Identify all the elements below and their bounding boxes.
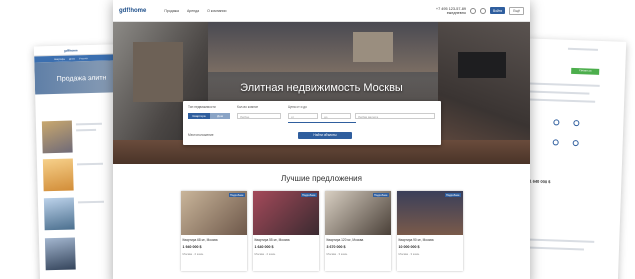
left-text-line (77, 200, 104, 204)
offer-price: 1 940 000 $ (182, 245, 202, 249)
top-nav: gdf!home Продажа Аренда О компании +7 49… (113, 0, 530, 22)
right-price: 1 640 000 $ (529, 178, 551, 185)
site-logo[interactable]: gdf!home (119, 8, 146, 14)
currency-select[interactable]: Любая валюта (355, 113, 435, 119)
search-submit-button[interactable]: Найти объекты (298, 132, 352, 139)
feature-icon (573, 120, 580, 127)
hero-photo-window (353, 32, 393, 62)
favorites-icon[interactable] (470, 7, 477, 14)
left-tab-3[interactable]: Участки (79, 57, 88, 60)
feature-icon (552, 139, 559, 146)
right-text-line (529, 98, 596, 103)
rooms-select[interactable]: Любое (237, 113, 281, 119)
offer-meta: Москва · 2 комн. (254, 252, 276, 256)
right-background-window: Связаться 1 640 000 $ (517, 38, 627, 279)
offer-price: 3 670 000 $ (326, 245, 346, 249)
left-tab-2[interactable]: Дома (69, 57, 75, 60)
offer-badge[interactable]: Подробнее (373, 193, 389, 197)
right-text-line (524, 238, 595, 243)
left-listing-image-4[interactable] (44, 237, 76, 271)
price-label: Цена от и до (288, 105, 307, 109)
feature-icon (572, 140, 579, 147)
offer-badge[interactable]: Подробнее (301, 193, 317, 197)
hero-title: Элитная недвижимость Москвы (240, 82, 403, 94)
left-listing-image-3[interactable] (43, 197, 75, 231)
offers-list: Подробнее Квартира 68 м², Москва 1 940 0… (113, 191, 530, 271)
left-text-line (76, 128, 97, 132)
phone-hours: ежедневно (446, 10, 467, 15)
right-text-line (523, 246, 585, 251)
offer-meta: Москва · 3 комн. (398, 252, 420, 256)
nav-link-rent[interactable]: Аренда (187, 9, 199, 13)
left-listing-image-2[interactable] (42, 158, 74, 192)
offer-card[interactable]: Подробнее Квартира 120 м², Москва 3 670 … (324, 191, 391, 271)
left-logo: gdf!home (63, 48, 78, 53)
left-text-line (76, 162, 103, 166)
rooms-label: Кол-во комнат (237, 105, 259, 109)
offer-title[interactable]: Квартира 68 м², Москва (181, 235, 247, 243)
offer-badge[interactable]: Подробнее (229, 193, 245, 197)
more-button[interactable]: Ещё (509, 6, 524, 15)
type-option-house[interactable]: Дом (210, 113, 230, 119)
price-slider[interactable] (288, 122, 356, 123)
search-panel: Тип недвижимости Квартира Дом Кол-во ком… (183, 101, 441, 145)
left-tab-1[interactable]: Квартиры (54, 57, 65, 60)
offer-image[interactable]: Подробнее (180, 191, 247, 235)
offer-price: 10 000 000 $ (398, 245, 420, 249)
nav-link-sale[interactable]: Продажа (164, 9, 179, 13)
hero-photo-ceiling (208, 22, 438, 72)
offer-card[interactable]: Подробнее Квартира 90 м², Москва 10 000 … (396, 191, 463, 271)
offer-badge[interactable]: Подробнее (445, 193, 461, 197)
offer-meta: Москва · 3 комн. (326, 252, 348, 256)
right-text-line (529, 82, 600, 87)
offer-image[interactable]: Подробнее (252, 191, 319, 235)
offer-price: 1 640 000 $ (254, 245, 274, 249)
offer-title[interactable]: Квартира 120 м², Москва (325, 235, 391, 243)
location-label: Местоположение (188, 133, 214, 137)
offer-image[interactable]: Подробнее (324, 191, 391, 235)
left-listing-image-1[interactable] (41, 120, 73, 154)
nav-right: +7 495 123-57-89 ежедневно Войти Ещё (436, 6, 524, 15)
feature-icon (553, 119, 560, 126)
phone-block: +7 495 123-57-89 ежедневно (436, 7, 466, 15)
hero-photo-tv (458, 52, 506, 78)
right-text-line (529, 90, 590, 95)
main-window: gdf!home Продажа Аренда О компании +7 49… (113, 0, 530, 279)
price-to-input[interactable]: до (321, 113, 351, 119)
phone-number[interactable]: +7 495 123-57-89 (436, 7, 466, 11)
hero: Элитная недвижимость Москвы Тип недвижим… (113, 22, 530, 164)
left-banner-title: Продажа элитн (56, 74, 107, 83)
offer-meta: Москва · 2 комн. (182, 252, 204, 256)
offer-title[interactable]: Квартира 90 м², Москва (397, 235, 463, 243)
right-contact-button[interactable]: Связаться (571, 67, 600, 75)
right-header-line (567, 47, 598, 51)
offer-card[interactable]: Подробнее Квартира 68 м², Москва 1 940 0… (180, 191, 247, 271)
type-label: Тип недвижимости (188, 105, 216, 109)
best-offers-title: Лучшие предложения (281, 174, 362, 183)
nav-link-about[interactable]: О компании (207, 9, 226, 13)
user-icon[interactable] (480, 7, 487, 14)
offer-title[interactable]: Квартира 55 м², Москва (253, 235, 319, 243)
type-option-apartment[interactable]: Квартира (188, 113, 210, 119)
offer-card[interactable]: Подробнее Квартира 55 м², Москва 1 640 0… (252, 191, 319, 271)
login-button[interactable]: Войти (490, 7, 506, 14)
offer-image[interactable]: Подробнее (396, 191, 463, 235)
left-text-line (75, 122, 102, 126)
price-from-input[interactable]: от (288, 113, 318, 119)
